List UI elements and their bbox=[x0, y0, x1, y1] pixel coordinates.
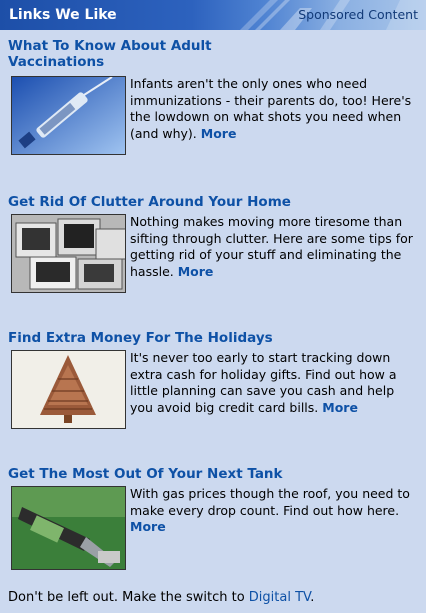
header-title: Links We Like bbox=[9, 7, 117, 23]
article-body: With gas prices though the roof, you nee… bbox=[130, 486, 410, 534]
more-link[interactable]: More bbox=[201, 126, 237, 141]
article-title-link[interactable]: What To Know About Adult Vaccinations bbox=[0, 38, 288, 70]
article-title-link[interactable]: Get Rid Of Clutter Around Your Home bbox=[0, 194, 426, 210]
more-link[interactable]: More bbox=[178, 264, 214, 279]
syringe-icon[interactable] bbox=[11, 76, 126, 155]
gas-nozzle-icon[interactable] bbox=[11, 486, 126, 570]
more-link[interactable]: More bbox=[322, 400, 358, 415]
article-item: Get The Most Out Of Your Next Tank With … bbox=[0, 466, 426, 570]
footer-promo: Don't be left out. Make the switch to Di… bbox=[8, 590, 315, 605]
article-title-link[interactable]: Get The Most Out Of Your Next Tank bbox=[0, 466, 426, 482]
article-item: Find Extra Money For The Holidays It's n… bbox=[0, 330, 426, 429]
article-body: It's never too early to start tracking d… bbox=[130, 350, 397, 415]
article-item: Get Rid Of Clutter Around Your Home Noth… bbox=[0, 194, 426, 293]
article-item: What To Know About Adult Vaccinations In… bbox=[0, 38, 426, 155]
digital-tv-link[interactable]: Digital TV bbox=[249, 590, 310, 605]
article-title-link[interactable]: Find Extra Money For The Holidays bbox=[0, 330, 426, 346]
more-link[interactable]: More bbox=[130, 519, 166, 534]
links-header: Links We Like Sponsored Content bbox=[0, 0, 426, 30]
computer-monitors-icon[interactable] bbox=[11, 214, 126, 293]
money-tree-icon[interactable] bbox=[11, 350, 126, 429]
article-body: Nothing makes moving more tiresome than … bbox=[130, 214, 413, 279]
article-body: Infants aren't the only ones who need im… bbox=[130, 76, 412, 141]
sponsored-label: Sponsored Content bbox=[298, 7, 418, 22]
